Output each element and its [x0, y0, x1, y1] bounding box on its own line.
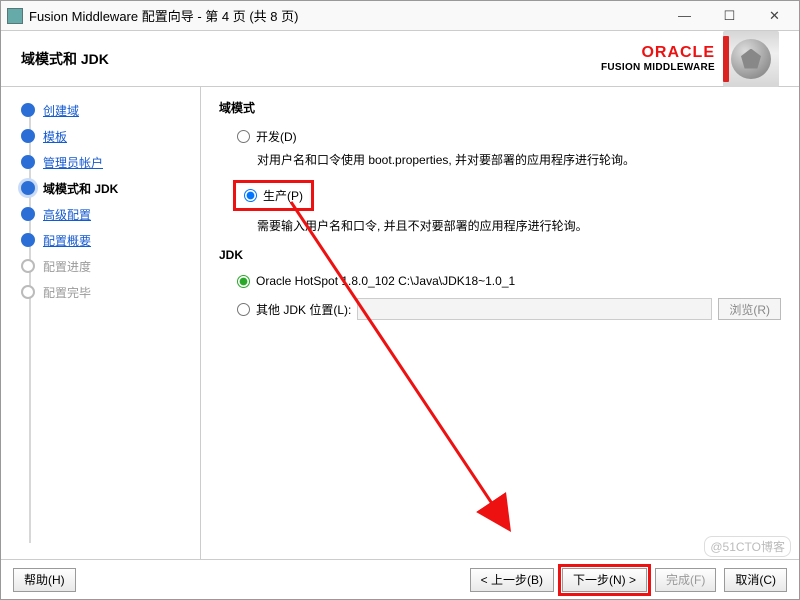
domain-mode-title: 域模式 [219, 99, 781, 116]
finish-button: 完成(F) [655, 568, 716, 592]
wizard-footer: 帮助(H) < 上一步(B) 下一步(N) > 完成(F) 取消(C) [1, 559, 799, 599]
wizard-body: 创建域 模板 管理员帐户 域模式和 JDK 高级配置 配置概要 配置进度 配置完… [1, 87, 799, 559]
sidebar-item-advanced-config[interactable]: 高级配置 [21, 201, 194, 227]
jdk-other-option[interactable]: 其他 JDK 位置(L): 浏览(R) [237, 298, 781, 320]
sidebar-item-config-summary[interactable]: 配置概要 [21, 227, 194, 253]
jdk-other-path-input [357, 298, 712, 320]
pentagon-icon [731, 39, 771, 79]
sidebar-item-config-done: 配置完毕 [21, 279, 194, 305]
page-title: 域模式和 JDK [21, 49, 109, 69]
dev-mode-radio[interactable] [237, 130, 250, 143]
emblem-badge [723, 31, 779, 87]
titlebar: Fusion Middleware 配置向导 - 第 4 页 (共 8 页) —… [1, 1, 799, 31]
prod-mode-radio[interactable] [244, 189, 257, 202]
sidebar-item-admin-account[interactable]: 管理员帐户 [21, 149, 194, 175]
maximize-button[interactable]: ☐ [707, 2, 752, 30]
next-button[interactable]: 下一步(N) > [562, 568, 647, 592]
step-sidebar: 创建域 模板 管理员帐户 域模式和 JDK 高级配置 配置概要 配置进度 配置完… [1, 87, 201, 559]
sidebar-item-create-domain[interactable]: 创建域 [21, 97, 194, 123]
sidebar-item-label: 管理员帐户 [43, 154, 103, 171]
oracle-logo-text: ORACLE [601, 44, 715, 62]
watermark: @51CTO博客 [704, 536, 791, 557]
sidebar-item-config-progress: 配置进度 [21, 253, 194, 279]
jdk-oracle-radio[interactable] [237, 275, 250, 288]
sidebar-item-label: 配置概要 [43, 232, 91, 249]
back-button[interactable]: < 上一步(B) [470, 568, 554, 592]
window-title: Fusion Middleware 配置向导 - 第 4 页 (共 8 页) [29, 6, 662, 25]
minimize-button[interactable]: — [662, 2, 707, 30]
close-button[interactable]: ✕ [752, 2, 797, 30]
sidebar-item-templates[interactable]: 模板 [21, 123, 194, 149]
sidebar-item-label: 高级配置 [43, 206, 91, 223]
wizard-window: Fusion Middleware 配置向导 - 第 4 页 (共 8 页) —… [0, 0, 800, 600]
sidebar-item-label: 模板 [43, 128, 67, 145]
oracle-brand: ORACLE FUSION MIDDLEWARE [601, 44, 715, 73]
cancel-button[interactable]: 取消(C) [724, 568, 787, 592]
help-button[interactable]: 帮助(H) [13, 568, 76, 592]
wizard-header: 域模式和 JDK ORACLE FUSION MIDDLEWARE [1, 31, 799, 87]
dev-mode-label: 开发(D) [256, 128, 297, 145]
prod-mode-label: 生产(P) [263, 187, 303, 204]
jdk-oracle-label: Oracle HotSpot 1.8.0_102 C:\Java\JDK18~1… [256, 274, 515, 288]
brand-area: ORACLE FUSION MIDDLEWARE [601, 31, 779, 87]
sidebar-item-label: 配置进度 [43, 258, 91, 275]
sidebar-item-label: 配置完毕 [43, 284, 91, 301]
prod-mode-desc: 需要输入用户名和口令, 并且不对要部署的应用程序进行轮询。 [257, 217, 781, 234]
window-controls: — ☐ ✕ [662, 2, 797, 30]
sidebar-item-domain-mode-jdk[interactable]: 域模式和 JDK [21, 175, 194, 201]
jdk-title: JDK [219, 248, 781, 262]
app-icon [7, 8, 23, 24]
dev-mode-option[interactable]: 开发(D) [237, 128, 781, 145]
browse-button: 浏览(R) [718, 298, 781, 320]
main-panel: 域模式 开发(D) 对用户名和口令使用 boot.properties, 并对要… [201, 87, 799, 559]
jdk-other-radio[interactable] [237, 303, 250, 316]
sidebar-item-label: 创建域 [43, 102, 79, 119]
sidebar-item-label: 域模式和 JDK [43, 180, 118, 197]
prod-mode-highlight: 生产(P) [233, 180, 314, 211]
dev-mode-desc: 对用户名和口令使用 boot.properties, 并对要部署的应用程序进行轮… [257, 151, 781, 168]
jdk-oracle-option[interactable]: Oracle HotSpot 1.8.0_102 C:\Java\JDK18~1… [237, 274, 781, 288]
oracle-subbrand: FUSION MIDDLEWARE [601, 62, 715, 73]
jdk-other-label: 其他 JDK 位置(L): [256, 301, 351, 318]
